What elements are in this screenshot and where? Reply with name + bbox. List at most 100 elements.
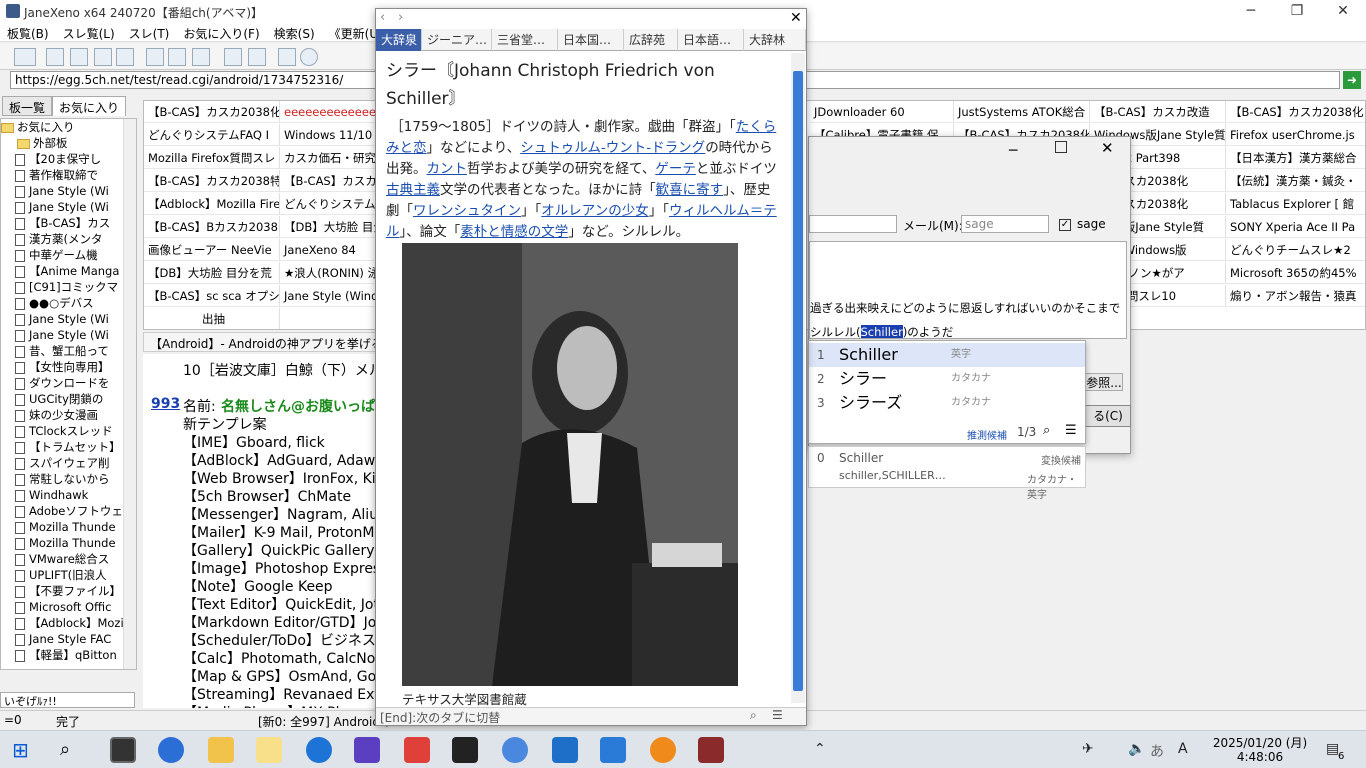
tree-item[interactable]: UGCity閉鎖の xyxy=(1,391,136,407)
thread-cell[interactable]: JDownloader 60 xyxy=(810,101,954,123)
tree-item[interactable]: 【軽量】qBitton xyxy=(1,647,136,663)
zoom-icon[interactable]: ⌕ xyxy=(750,708,757,723)
edit-icon[interactable] xyxy=(146,48,164,66)
clock-time[interactable]: 4:48:06 xyxy=(1210,750,1310,764)
forward-icon[interactable]: › xyxy=(398,10,403,25)
minimize-button[interactable]: ─ xyxy=(1228,0,1274,22)
dict-scrollbar[interactable] xyxy=(791,53,805,703)
dict-tab[interactable]: 大辞林 xyxy=(744,29,806,51)
tab-favorites[interactable]: お気に入り xyxy=(52,96,127,116)
tree-item[interactable]: 昔、蟹工船って xyxy=(1,343,136,359)
app-icon[interactable] xyxy=(306,737,332,763)
tree-item[interactable]: Jane Style (Wi xyxy=(1,199,136,215)
thread-cell[interactable]: 【日本漢方】漢方薬総合 xyxy=(1226,147,1365,169)
link-kant[interactable]: カント xyxy=(427,161,468,177)
thread-cell[interactable]: JustSystems ATOK総合 xyxy=(954,101,1090,123)
ime-candidate-1[interactable]: 1 Schiller 英字 xyxy=(809,343,1085,367)
tree-item[interactable]: TClockスレッド xyxy=(1,423,136,439)
layout-2-icon[interactable] xyxy=(70,48,88,66)
dict-tab[interactable]: 三省堂… xyxy=(492,29,558,51)
ime-mode-icon[interactable]: A xyxy=(1178,741,1188,757)
tree-item[interactable]: 【Adblock】Mozi xyxy=(1,615,136,631)
archive-icon[interactable] xyxy=(698,737,724,763)
menu-thread-list[interactable]: スレ覧(L) xyxy=(56,22,122,45)
tree-item[interactable]: 【20ま保守し xyxy=(1,151,136,167)
firefox-icon[interactable] xyxy=(158,737,184,763)
thread-cell[interactable]: 【Adblock】Mozilla Firef xyxy=(144,193,280,215)
thread-cell[interactable]: 【B-CAS】sc sca オプシ xyxy=(144,285,280,307)
thread-cell[interactable]: 【DB】大坊脸 目分を荒 xyxy=(144,262,280,284)
explorer-icon[interactable] xyxy=(208,737,234,763)
options-icon[interactable] xyxy=(278,48,296,66)
terminal-icon[interactable] xyxy=(452,737,478,763)
tree-item[interactable]: 【Anime Manga xyxy=(1,263,136,279)
reply-minimize-button[interactable]: ─ xyxy=(1009,143,1017,159)
menu-favorites[interactable]: お気に入り(F) xyxy=(176,22,266,45)
tray-chevron-icon[interactable]: ⌃ xyxy=(814,741,826,757)
tree-item[interactable]: UPLIFT(旧浪人 xyxy=(1,567,136,583)
dict-close-icon[interactable]: ✕ xyxy=(790,10,802,26)
tree-item[interactable]: Mozilla Thunde xyxy=(1,535,136,551)
menu-search[interactable]: 検索(S) xyxy=(267,22,322,45)
thread-cell[interactable]: 【B-CAS】カスカ2038化 xyxy=(144,101,280,123)
tree-item[interactable]: 中華ゲーム機 xyxy=(1,247,136,263)
link-sturm[interactable]: シュトゥルム-ウント-ドラング xyxy=(520,140,705,156)
tree-root[interactable]: お気に入り xyxy=(1,119,136,135)
tree-item[interactable]: Windhawk xyxy=(1,487,136,503)
start-icon[interactable]: ⊞ xyxy=(12,737,38,763)
thread-cell[interactable]: 出抽 xyxy=(144,308,280,329)
thread-cell[interactable]: Tablacus Explorer [ 館 xyxy=(1226,193,1365,215)
fp-icon[interactable] xyxy=(650,737,676,763)
janexeno-taskbar-icon[interactable] xyxy=(110,737,136,763)
thread-cell[interactable]: 【B-CAS】カスカ2038特 xyxy=(144,170,280,192)
tree-item[interactable]: VMware総合ス xyxy=(1,551,136,567)
tree-item[interactable]: スパイウェア削 xyxy=(1,455,136,471)
refresh-icon[interactable] xyxy=(168,48,186,66)
close-reply-button[interactable]: る(C) xyxy=(1085,405,1131,427)
link-orleans[interactable]: オルレアンの少女 xyxy=(541,203,648,219)
tree-item[interactable]: 著作権取締で xyxy=(1,167,136,183)
go-button[interactable]: ➜ xyxy=(1343,71,1361,89)
tree-item[interactable]: Jane Style (Wi xyxy=(1,327,136,343)
tree-item[interactable]: Mozilla Thunde xyxy=(1,519,136,535)
thread-cell[interactable]: 【B-CAS】カスカ2038化 xyxy=(1226,101,1365,123)
thread-cell[interactable]: SONY Xperia Ace II Pa xyxy=(1226,216,1365,238)
app-icon[interactable] xyxy=(552,737,578,763)
tree-item[interactable]: ダウンロードを xyxy=(1,375,136,391)
ime-conv-word[interactable]: Schiller xyxy=(839,451,883,465)
thread-cell[interactable]: Mozilla Firefox質問スレ xyxy=(144,147,280,169)
ime-indicator-icon[interactable]: あ xyxy=(1150,741,1164,761)
message-textarea[interactable]: 過ぎる出来映えにどのように恩返しすればいいのかそこまで シルレル(Schille… xyxy=(809,241,1127,339)
name-combo[interactable] xyxy=(809,215,897,233)
thread-cell[interactable]: どんぐりチームスレ★2 xyxy=(1226,239,1365,261)
chrome-icon[interactable] xyxy=(502,737,528,763)
dict-tab[interactable]: 広辞苑 xyxy=(624,29,678,51)
thread-cell[interactable]: 【B-CAS】カスカ改造 xyxy=(1090,101,1226,123)
network-icon[interactable]: ✈ xyxy=(1082,741,1094,757)
tree-item[interactable]: 漢方薬(メンタ xyxy=(1,231,136,247)
reply-close-button[interactable]: ✕ xyxy=(1101,139,1114,157)
back-icon[interactable]: ‹ xyxy=(380,10,385,25)
link-ode-to-joy[interactable]: 歓喜に寄す xyxy=(656,182,724,198)
menu-thread[interactable]: スレ(T) xyxy=(122,22,177,45)
link-naive-sentimental[interactable]: 素朴と情感の文学 xyxy=(460,224,568,240)
thread-cell[interactable]: Microsoft 365の約45% xyxy=(1226,262,1365,284)
tree-item[interactable]: Microsoft Offic xyxy=(1,599,136,615)
find-icon[interactable] xyxy=(224,48,242,66)
tree-item[interactable]: 【不要ファイル】 xyxy=(1,583,136,599)
list-icon[interactable]: ☰ xyxy=(1065,423,1077,438)
settings-icon[interactable] xyxy=(14,48,36,66)
search-icon[interactable]: ⌕ xyxy=(60,737,86,763)
tree-item[interactable]: 【トラムセット】 xyxy=(1,439,136,455)
mail-icon[interactable] xyxy=(354,737,380,763)
document-icon[interactable] xyxy=(600,737,626,763)
folder-icon[interactable] xyxy=(256,737,282,763)
menu-icon[interactable]: ☰ xyxy=(772,708,783,722)
tree-item[interactable]: 【B-CAS】カス xyxy=(1,215,136,231)
layout-3-icon[interactable] xyxy=(94,48,112,66)
ime-candidate-2[interactable]: 2 シラー カタカナ xyxy=(809,367,1085,391)
tree-scrollbar[interactable] xyxy=(123,119,136,669)
tree-item[interactable]: Adobeソフトウェ xyxy=(1,503,136,519)
tree-item[interactable]: Jane Style (Wi xyxy=(1,311,136,327)
tree-item[interactable]: Jane Style (Wi xyxy=(1,183,136,199)
